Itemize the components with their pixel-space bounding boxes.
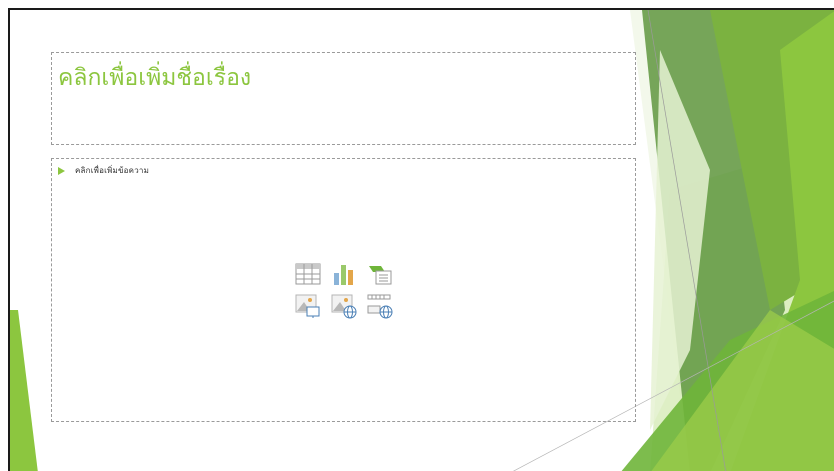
smartart-icon[interactable] xyxy=(367,261,393,287)
content-placeholder-text: คลิกเพื่อเพิ่มข้อความ xyxy=(75,166,150,175)
insert-content-icons xyxy=(295,261,393,323)
table-icon[interactable] xyxy=(295,261,321,287)
online-picture-icon[interactable] xyxy=(331,293,357,319)
bullet-arrow-icon xyxy=(58,166,65,175)
slide-canvas[interactable]: คลิกเพื่อเพิ่มชื่อเรื่อง คลิกเพื่อเพิ่มข… xyxy=(8,8,834,471)
title-placeholder-text: คลิกเพื่อเพิ่มชื่อเรื่อง xyxy=(58,65,252,91)
content-placeholder[interactable]: คลิกเพื่อเพิ่มข้อความ xyxy=(51,158,636,422)
picture-icon[interactable] xyxy=(295,293,321,319)
title-placeholder[interactable]: คลิกเพื่อเพิ่มชื่อเรื่อง xyxy=(51,52,636,145)
video-icon[interactable] xyxy=(367,293,393,319)
bg-shape-left-wedge xyxy=(10,310,38,471)
chart-icon[interactable] xyxy=(331,261,357,287)
bullet-row: คลิกเพื่อเพิ่มข้อความ xyxy=(58,164,149,177)
